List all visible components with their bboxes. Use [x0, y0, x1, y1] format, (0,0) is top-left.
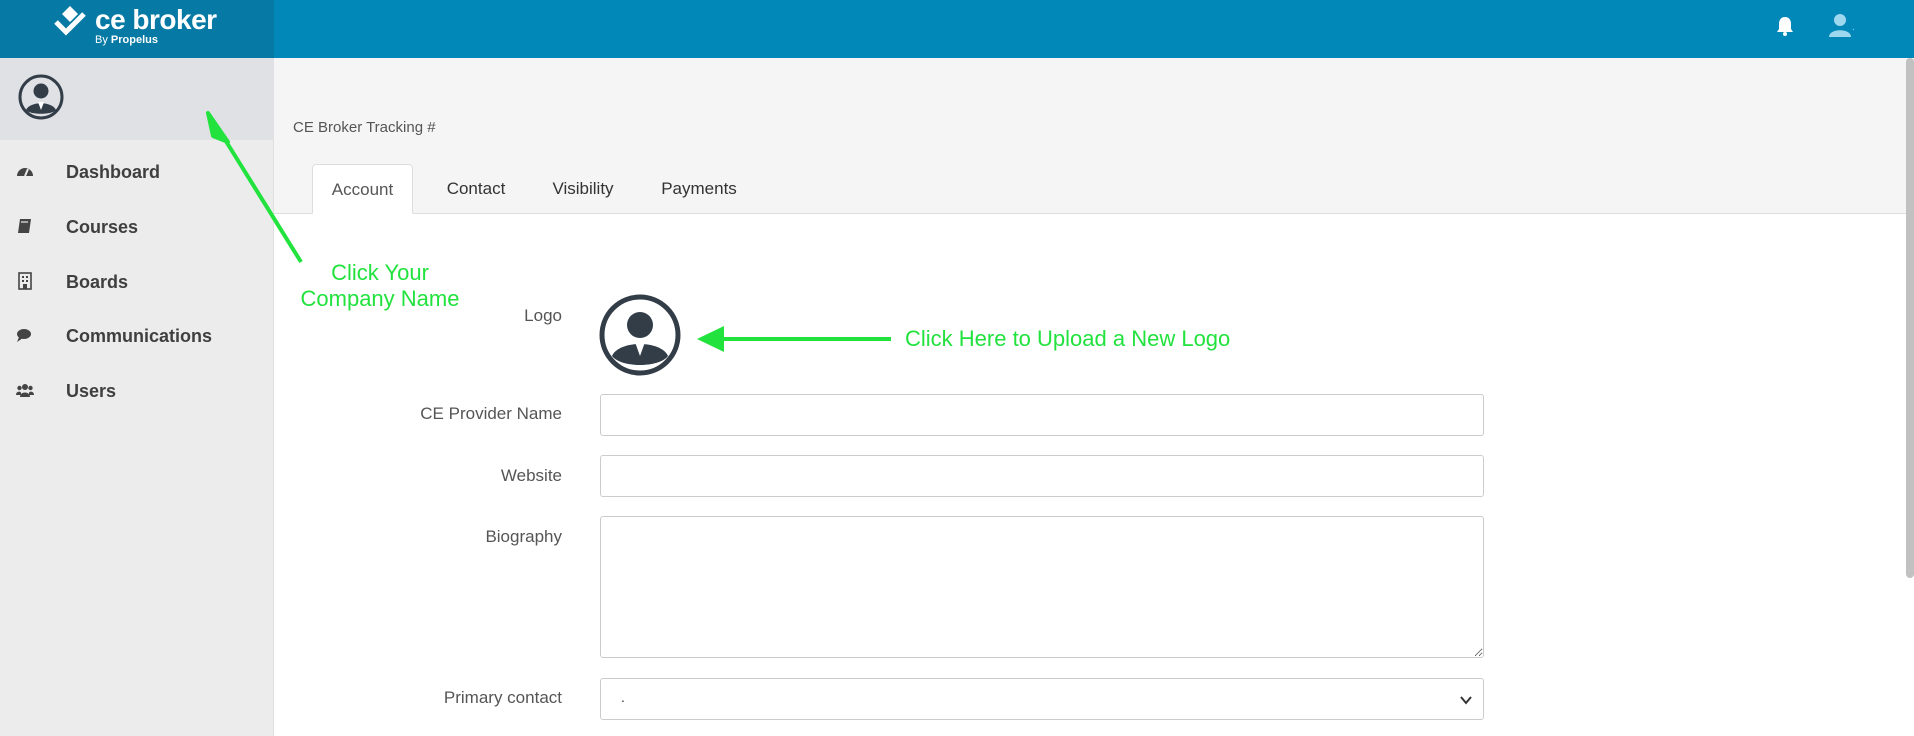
tracking-number-label: CE Broker Tracking # — [293, 119, 436, 136]
company-hint-line2: Company Name — [300, 286, 460, 311]
website-input[interactable] — [600, 455, 1484, 497]
tab-payments[interactable]: Payments — [638, 164, 760, 214]
sidebar-item-boards[interactable]: Boards — [0, 260, 274, 304]
book-icon — [18, 219, 31, 233]
sidebar-item-label: Communications — [66, 326, 213, 346]
ce-broker-logo-icon — [54, 6, 86, 36]
brand-logo[interactable]: ce broker By Propelus — [0, 0, 274, 58]
tab-bar: Account Contact Visibility Payments — [274, 164, 1914, 214]
brand-byline: By Propelus — [95, 34, 158, 46]
sidebar-item-communications[interactable]: Communications — [0, 314, 274, 358]
user-icon[interactable] — [1828, 13, 1852, 37]
primary-contact-label: Primary contact — [443, 688, 562, 707]
sidebar-item-label: Courses — [66, 217, 139, 237]
sidebar-item-users[interactable]: Users — [0, 369, 274, 413]
brand-owner: Propelus — [110, 34, 158, 46]
tab-label: Payments — [661, 179, 737, 198]
user-circle-icon — [18, 74, 64, 120]
company-name-button[interactable] — [0, 58, 274, 140]
top-bar: ce broker By Propelus . — [0, 0, 1914, 58]
building-icon — [18, 272, 32, 290]
primary-contact-value: . — [621, 689, 625, 705]
tab-label: Contact — [446, 179, 506, 198]
comments-icon — [17, 329, 31, 342]
sidebar-item-label: Users — [66, 381, 117, 401]
website-label: Website — [500, 466, 562, 485]
upload-logo-button[interactable] — [599, 294, 681, 376]
biography-label: Biography — [485, 527, 562, 546]
bell-icon[interactable] — [1775, 15, 1795, 37]
provider-name-label: CE Provider Name — [420, 404, 562, 423]
provider-name-input[interactable] — [600, 394, 1484, 436]
upload-logo-hint: Click Here to Upload a New Logo — [905, 326, 1231, 351]
biography-textarea[interactable] — [600, 516, 1484, 658]
sidebar-item-courses[interactable]: Courses — [0, 205, 274, 249]
sidebar-item-label: Boards — [66, 272, 129, 292]
brand-by: By — [95, 34, 108, 46]
tab-label: Account — [331, 180, 394, 199]
sidebar-item-label: Dashboard — [66, 162, 161, 182]
sidebar-item-dashboard[interactable]: Dashboard — [0, 150, 274, 194]
primary-contact-select[interactable]: . — [600, 678, 1484, 720]
page-scrollbar[interactable] — [1906, 58, 1914, 578]
tab-account[interactable]: Account — [312, 164, 413, 214]
dashboard-icon — [17, 168, 33, 177]
sidebar: Dashboard Courses Boards Communications … — [0, 58, 274, 736]
company-hint-line1: Click Your — [331, 260, 429, 285]
users-icon — [16, 384, 34, 397]
brand-name: ce broker — [95, 4, 217, 35]
tab-contact[interactable]: Contact — [426, 164, 526, 214]
tab-label: Visibility — [552, 179, 614, 198]
chevron-down-icon — [1460, 696, 1472, 705]
company-name-hint: Click Your Company Name — [290, 260, 470, 312]
tab-visibility[interactable]: Visibility — [528, 164, 638, 214]
user-menu-caret[interactable]: . — [1852, 22, 1855, 33]
